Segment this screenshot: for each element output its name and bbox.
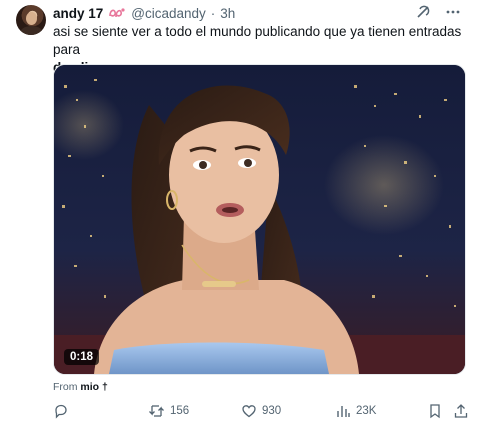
separator: ·: [210, 5, 216, 21]
like-button[interactable]: 930: [241, 401, 281, 421]
like-icon: [241, 403, 257, 419]
avatar[interactable]: [16, 5, 46, 35]
grok-icon[interactable]: [415, 4, 431, 20]
author-name[interactable]: andy 17: [53, 6, 103, 21]
bookmark-button[interactable]: [427, 401, 443, 421]
top-actions: [415, 4, 461, 20]
share-icon: [453, 403, 469, 419]
reply-icon: [53, 403, 69, 419]
author-handle[interactable]: @cicadandy: [131, 6, 206, 21]
repost-button[interactable]: 156: [148, 401, 189, 421]
repost-icon: [148, 403, 165, 419]
from-source[interactable]: mio: [80, 381, 99, 393]
views-button[interactable]: 23K: [335, 401, 376, 421]
decorative-emoji-icon: [108, 6, 126, 20]
more-icon[interactable]: [445, 4, 461, 20]
from-line: From mio †: [53, 381, 108, 393]
views-icon: [335, 403, 351, 419]
video-duration: 0:18: [64, 349, 100, 365]
share-button[interactable]: [453, 401, 469, 421]
from-label: From: [53, 381, 78, 393]
bookmark-icon: [427, 403, 443, 419]
tweet-header: andy 17 @cicadandy · 3h: [53, 5, 235, 21]
timestamp[interactable]: 3h: [220, 6, 235, 21]
repost-count: 156: [170, 405, 190, 417]
tweet-text-line: asi se siente ver a todo el mundo public…: [53, 24, 462, 57]
video-frame: [54, 65, 465, 374]
views-count: 23K: [356, 405, 377, 417]
video-player[interactable]: 0:18: [53, 64, 466, 375]
action-bar: 156 930 23K: [53, 401, 469, 421]
like-count: 930: [262, 405, 282, 417]
reply-button[interactable]: [53, 401, 69, 421]
tweet[interactable]: andy 17 @cicadandy · 3h asi se siente ve…: [0, 0, 477, 429]
from-source-mark: †: [102, 381, 108, 393]
